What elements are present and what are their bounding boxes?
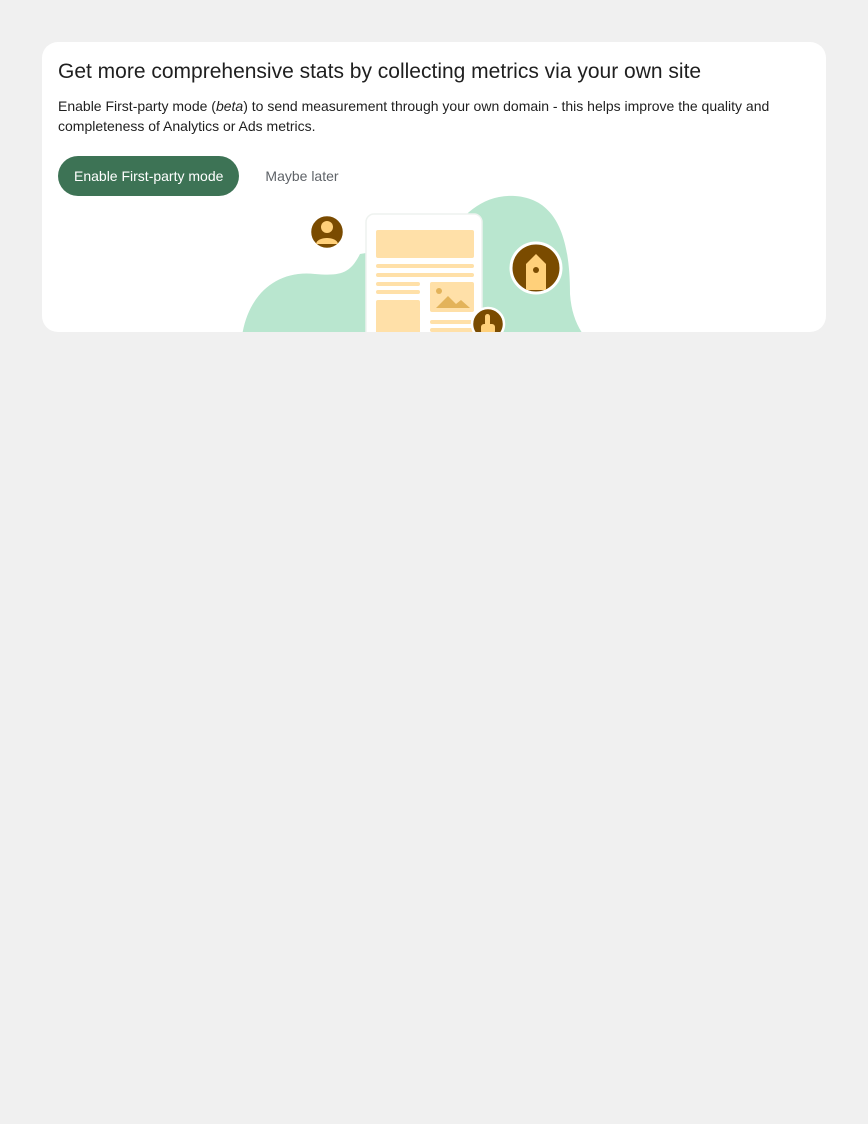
description-start: Enable First-party mode ( [58,98,216,114]
enable-first-party-mode-button[interactable]: Enable First-party mode [58,156,240,196]
first-party-mode-banner: Get more comprehensive stats by collecti… [42,42,826,332]
person-icon [308,213,346,251]
image-icon [430,282,474,312]
banner-title: Get more comprehensive stats by collecti… [58,60,702,83]
tag-icon [509,241,563,295]
banner-description: Enable First-party mode (beta) to send m… [58,96,810,136]
maybe-later-button[interactable]: Maybe later [249,156,354,196]
webpage-document-icon [365,213,483,332]
hand-pointer-icon [470,306,506,332]
banner-actions: Enable First-party mode Maybe later [58,156,355,196]
first-party-illustration [242,195,582,332]
beta-label: beta [215,98,244,114]
